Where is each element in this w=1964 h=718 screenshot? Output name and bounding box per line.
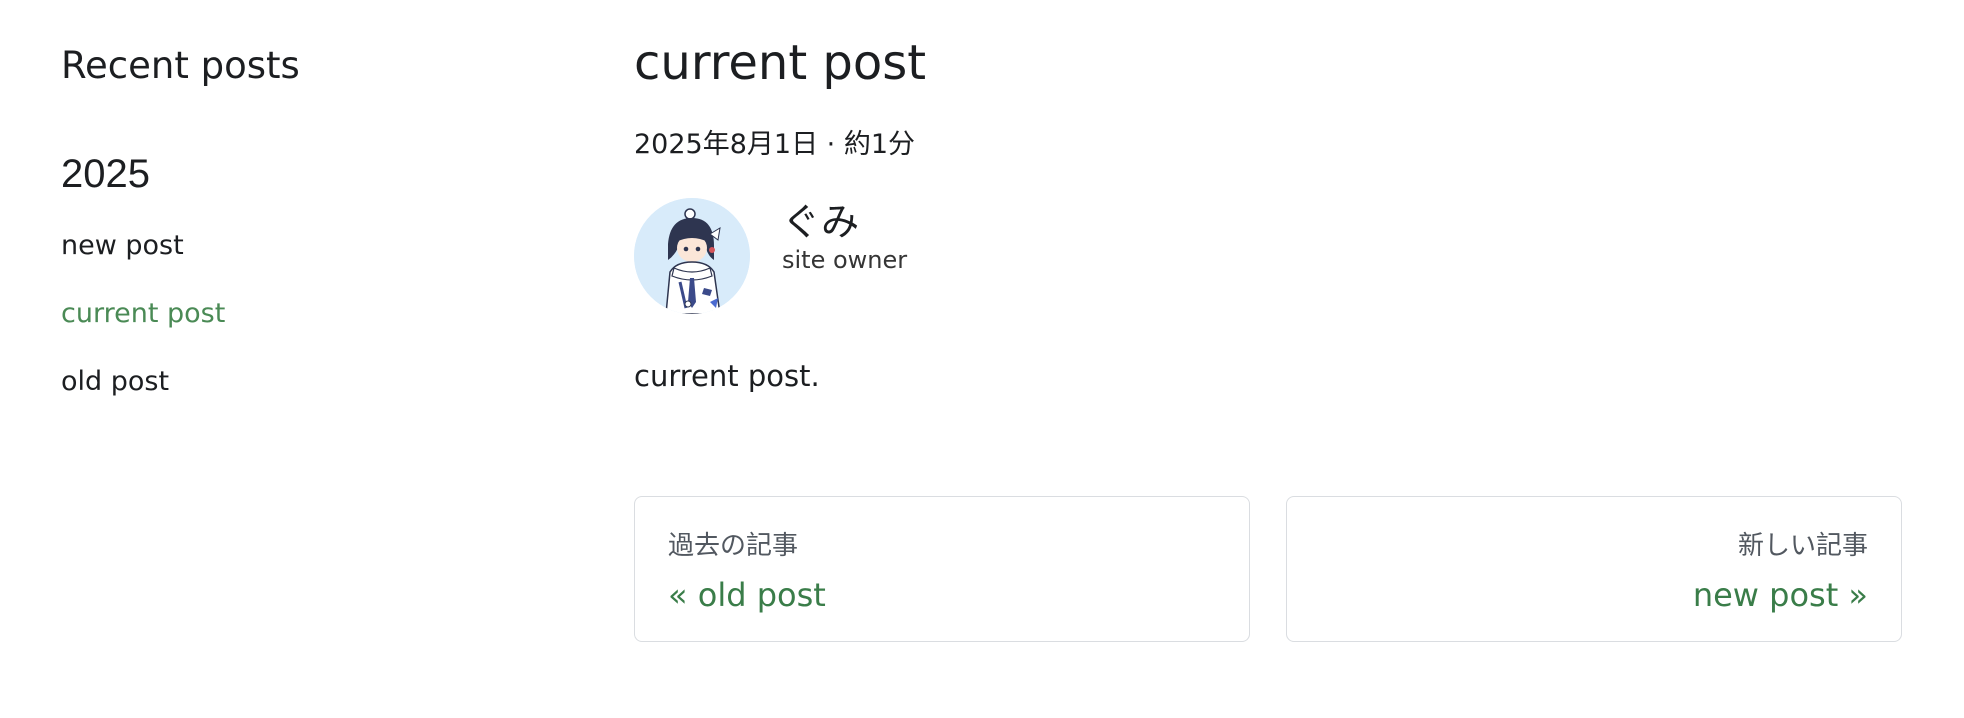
previous-post-label: « old post — [668, 576, 826, 614]
avatar-character-icon — [634, 198, 750, 314]
sidebar-item-old-post[interactable]: old post — [61, 364, 169, 400]
avatar[interactable] — [634, 198, 750, 314]
next-post-label: new post » — [1692, 576, 1868, 614]
post-body-text: current post. — [634, 359, 820, 393]
post-title: current post — [634, 35, 927, 91]
previous-post-link[interactable]: 過去の記事 « old post — [634, 496, 1250, 642]
author-title: site owner — [782, 246, 908, 274]
next-post-link[interactable]: 新しい記事 new post » — [1286, 496, 1902, 642]
sidebar-item-new-post[interactable]: new post — [61, 228, 184, 264]
sidebar-year-heading: 2025 — [61, 152, 150, 196]
author-name[interactable]: ぐみ — [782, 198, 859, 246]
sidebar-title: Recent posts — [61, 44, 300, 87]
sidebar-item-current-post[interactable]: current post — [61, 296, 225, 332]
previous-post-sublabel: 過去の記事 — [668, 531, 799, 561]
post-meta: 2025年8月1日 · 約1分 — [634, 129, 915, 160]
next-post-sublabel: 新しい記事 — [1737, 531, 1868, 561]
